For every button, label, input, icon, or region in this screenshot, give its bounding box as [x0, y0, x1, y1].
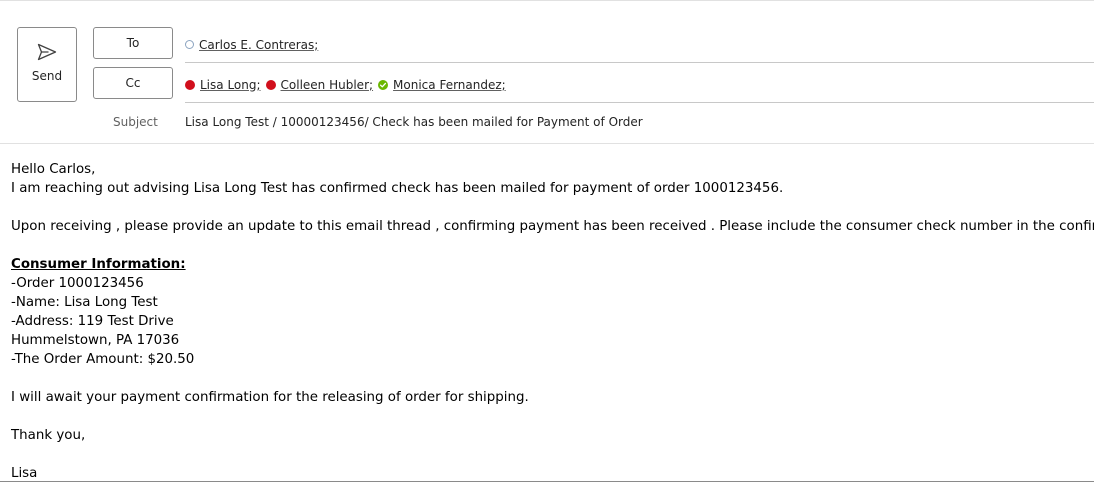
recipient-name: Carlos E. Contreras;: [199, 37, 319, 52]
recipient-name: Monica Fernandez;: [393, 77, 506, 92]
body-sign-off: Thank you,: [11, 428, 86, 443]
to-field[interactable]: Carlos E. Contreras;: [185, 27, 1094, 63]
presence-available-icon: [378, 79, 389, 90]
recipient-chip[interactable]: Lisa Long;: [185, 78, 261, 92]
presence-busy-icon: [185, 79, 195, 90]
consumer-info-line: -Order 1000123456: [11, 276, 144, 291]
body-signature: Lisa: [11, 466, 38, 481]
recipient-chip[interactable]: Monica Fernandez;: [378, 78, 506, 92]
subject-label: Subject: [113, 115, 158, 129]
header-divider: [0, 143, 1094, 144]
recipient-chip[interactable]: Colleen Hubler;: [265, 77, 374, 92]
consumer-info-line: -Name: Lisa Long Test: [11, 295, 158, 310]
recipient-chip[interactable]: Carlos E. Contreras;: [185, 38, 318, 52]
presence-busy-icon: [265, 79, 276, 90]
cc-field[interactable]: Lisa Long; Colleen Hubler; Monica Fernan…: [185, 67, 1094, 103]
subject-input[interactable]: Lisa Long Test / 10000123456/ Check has …: [185, 115, 643, 129]
consumer-info-line: Hummelstown, PA 17036: [11, 333, 180, 348]
send-icon: [37, 43, 57, 61]
body-greeting: Hello Carlos,: [11, 162, 96, 177]
cc-button[interactable]: Cc: [93, 67, 173, 99]
body-closing-note: I will await your payment confirmation f…: [11, 390, 529, 405]
consumer-info-heading: Consumer Information:: [11, 257, 186, 272]
presence-offline-icon: [185, 40, 194, 49]
recipient-name: Lisa Long;: [200, 77, 261, 92]
message-body[interactable]: Hello Carlos, I am reaching out advising…: [11, 160, 1094, 483]
recipient-name: Colleen Hubler;: [280, 77, 374, 92]
send-button-label: Send: [31, 69, 63, 83]
consumer-info-line: -Address: 119 Test Drive: [11, 314, 174, 329]
consumer-info-line: -The Order Amount: $20.50: [11, 352, 195, 367]
body-request: Upon receiving , please provide an updat…: [11, 219, 1094, 234]
body-intro: I am reaching out advising Lisa Long Tes…: [11, 181, 784, 196]
to-button[interactable]: To: [93, 27, 173, 59]
send-button[interactable]: Send: [17, 27, 77, 102]
compose-window: Send To Cc Carlos E. Contreras; Lisa Lon…: [0, 0, 1094, 482]
